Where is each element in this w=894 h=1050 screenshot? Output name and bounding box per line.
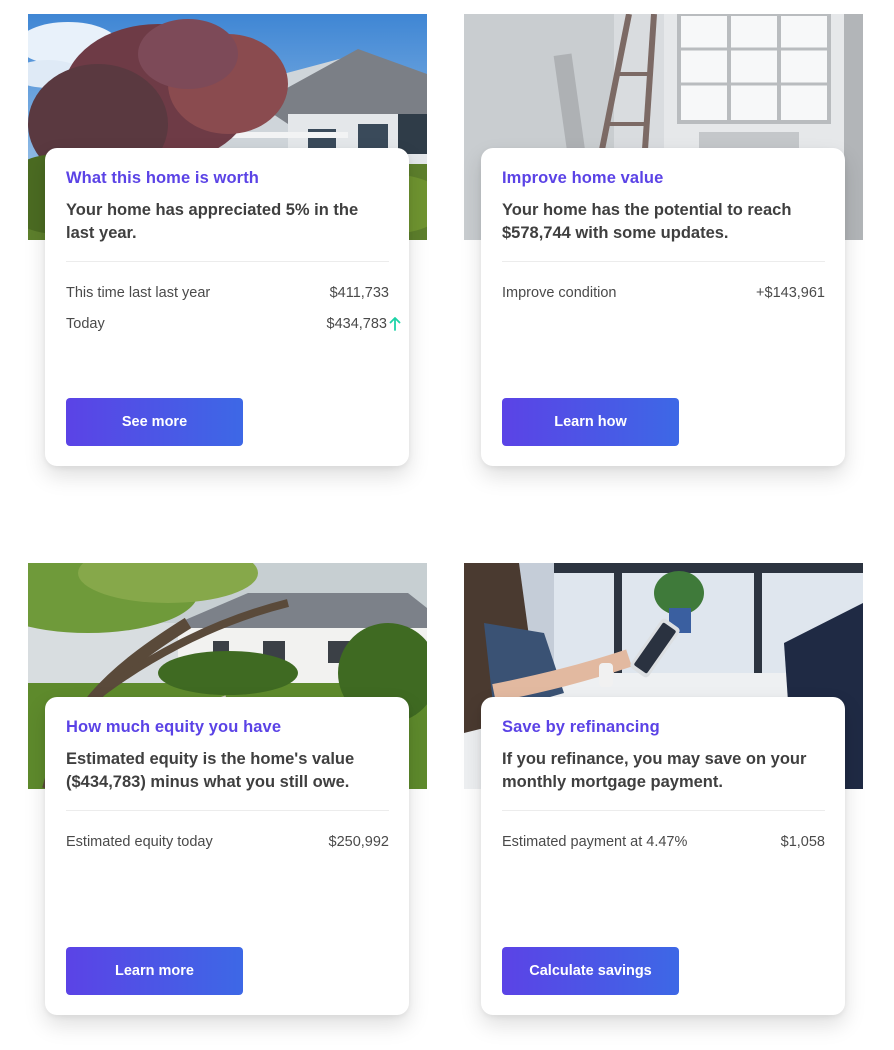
- learn-how-button[interactable]: Learn how: [502, 398, 679, 446]
- row-label: Improve condition: [502, 285, 617, 301]
- card-title: Improve home value: [502, 169, 664, 187]
- row-value: +$143,961: [756, 285, 825, 301]
- value-row-equity-today: Estimated equity today $250,992: [66, 832, 389, 852]
- value-row-today: Today $434,783: [66, 314, 401, 334]
- card-title: What this home is worth: [66, 169, 259, 187]
- row-value: $250,992: [328, 834, 389, 850]
- value-row-estimated-payment: Estimated payment at 4.47% $1,058: [502, 832, 825, 852]
- row-label: Estimated payment at 4.47%: [502, 834, 688, 850]
- equity-tile: How much equity you have Estimated equit…: [28, 563, 428, 1033]
- divider: [502, 261, 825, 262]
- card-title: Save by refinancing: [502, 718, 660, 736]
- value-row-last-year: This time last last year $411,733: [66, 283, 389, 303]
- refinance-card: Save by refinancing If you refinance, yo…: [481, 697, 845, 1015]
- card-title: How much equity you have: [66, 718, 282, 736]
- value-row-improve-condition: Improve condition +$143,961: [502, 283, 825, 303]
- divider: [66, 261, 389, 262]
- improve-value-card: Improve home value Your home has the pot…: [481, 148, 845, 466]
- row-label: This time last last year: [66, 285, 211, 301]
- row-label: Today: [66, 316, 105, 332]
- see-more-button[interactable]: See more: [66, 398, 243, 446]
- card-headline: Your home has the potential to reach $57…: [502, 201, 792, 242]
- arrow-up-icon: [389, 317, 401, 331]
- calculate-savings-button[interactable]: Calculate savings: [502, 947, 679, 995]
- card-headline: Estimated equity is the home's value ($4…: [66, 750, 355, 791]
- card-headline: If you refinance, you may save on your m…: [502, 750, 807, 791]
- divider: [502, 810, 825, 811]
- row-label: Estimated equity today: [66, 834, 213, 850]
- row-value: $434,783: [326, 316, 387, 332]
- home-worth-tile: What this home is worth Your home has ap…: [28, 14, 428, 484]
- home-worth-card: What this home is worth Your home has ap…: [45, 148, 409, 466]
- improve-value-tile: Improve home value Your home has the pot…: [464, 14, 864, 484]
- row-value: $1,058: [780, 834, 825, 850]
- equity-card: How much equity you have Estimated equit…: [45, 697, 409, 1015]
- divider: [66, 810, 389, 811]
- refinance-tile: Save by refinancing If you refinance, yo…: [464, 563, 864, 1033]
- row-value: $411,733: [329, 285, 389, 301]
- learn-more-button[interactable]: Learn more: [66, 947, 243, 995]
- card-headline: Your home has appreciated 5% in the last…: [66, 201, 359, 242]
